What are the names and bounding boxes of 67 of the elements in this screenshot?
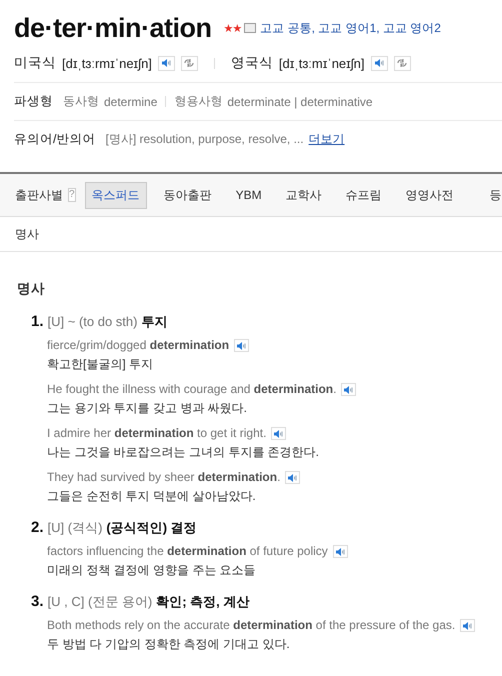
publisher-tab[interactable]: 영영사전 [398,182,461,208]
grammar-note: [U , C] (전문 용어) [48,594,152,609]
derivative-label: 파생형 [14,93,53,110]
example-translation: 나는 그것을 바로잡으려는 그녀의 투지를 존경한다. [47,445,320,459]
pronunciation-label: 미국식 [14,54,56,72]
more-link[interactable]: 더보기 [308,131,345,148]
publisher-tab[interactable]: 슈프림 [338,182,389,208]
sound-button[interactable] [332,545,348,558]
publisher-tab[interactable]: 교학사 [278,182,329,208]
publisher-tab[interactable]: 옥스퍼드 [84,182,147,208]
speaker-icon [336,548,345,556]
phonetic-text: [dɪˌtɜːmɪˈneɪʃn] [278,56,365,70]
sound-button[interactable] [158,56,175,70]
speaker-icon [162,59,171,67]
sound-button[interactable] [341,383,356,396]
synonym-text: [명사] resolution, purpose, resolve, ... [105,131,304,148]
example-translation: 확고한[불굴의] 투지 [47,357,154,371]
speaker-icon [288,474,298,482]
card-icon [244,23,256,33]
example-sentence: Both methods rely on the accurate determination of the pressure of the gas. [47,618,456,632]
derivative-pos: 동사형 [63,93,99,110]
example-translation: 그는 용기와 투지를 갖고 병과 싸웠다. [47,401,248,415]
repeat-button[interactable] [180,56,198,70]
example-sentence: factors influencing the determination of future policy [47,544,328,558]
speaker-icon [374,59,384,67]
derivative-word: determinate | determinative [227,94,373,108]
publisher-tab[interactable]: 동아출판 [156,182,219,208]
derivative-pos: 형용사형 [174,93,222,110]
example-translation: 두 방법 다 기압의 정확한 측정에 기대고 있다. [47,637,290,651]
example-sentence: They had survived by sheer determination. [47,470,280,484]
speaker-icon [463,622,472,630]
phonetic-text: [dɪˌtɜːrmɪˈneɪʃn] [62,56,152,70]
sense-number: 1. [31,313,44,330]
sound-button[interactable] [234,339,250,352]
example-sentence: fierce/grim/dogged determination [47,338,230,352]
section-heading: 명사 [17,280,46,298]
sound-button[interactable] [285,471,300,484]
sense-meaning: (공식적인) 결정 [106,520,197,535]
example-translation: 미래의 정책 결정에 영향을 주는 요소들 [47,563,256,577]
repeat-button[interactable] [394,56,411,70]
pronunciation-label: 영국식 [230,54,273,72]
sound-button[interactable] [460,619,476,632]
repeat-icon [184,59,194,67]
grammar-note: [U] (격식) [48,520,102,535]
grammar-note: [U] ~ (to do sth) [48,314,138,329]
speaker-icon [237,342,246,350]
derivative-word: determine [104,94,158,108]
example-sentence: I admire her determination to get it right. [47,426,266,440]
level-link[interactable]: 고교 공통, 고교 영어1, 고교 영어2 [260,20,441,36]
sound-button[interactable] [271,427,286,440]
importance-stars: ★★ [224,22,242,34]
publisher-tab[interactable]: YBM [228,183,269,207]
example-translation: 그들은 순전히 투지 덕분에 살아남았다. [47,489,256,503]
sense-number: 3. [31,593,44,610]
synonym-label: 유의어/반의어 [14,131,96,148]
repeat-icon [397,59,408,67]
sense-number: 2. [31,519,44,536]
speaker-icon [274,430,284,438]
sense-meaning: 확인; 측정, 계산 [156,594,250,609]
publisher-label: 출판사별 [15,186,63,204]
sound-button[interactable] [370,56,388,70]
example-sentence: He fought the illness with courage and determination. [47,382,336,396]
part-of-speech-tab[interactable]: 명사 [15,226,39,242]
sense-meaning: 투지 [141,314,168,329]
publisher-tab[interactable]: 등 [482,182,502,208]
headword: de·ter·min·ation [14,12,212,44]
speaker-icon [344,386,354,394]
